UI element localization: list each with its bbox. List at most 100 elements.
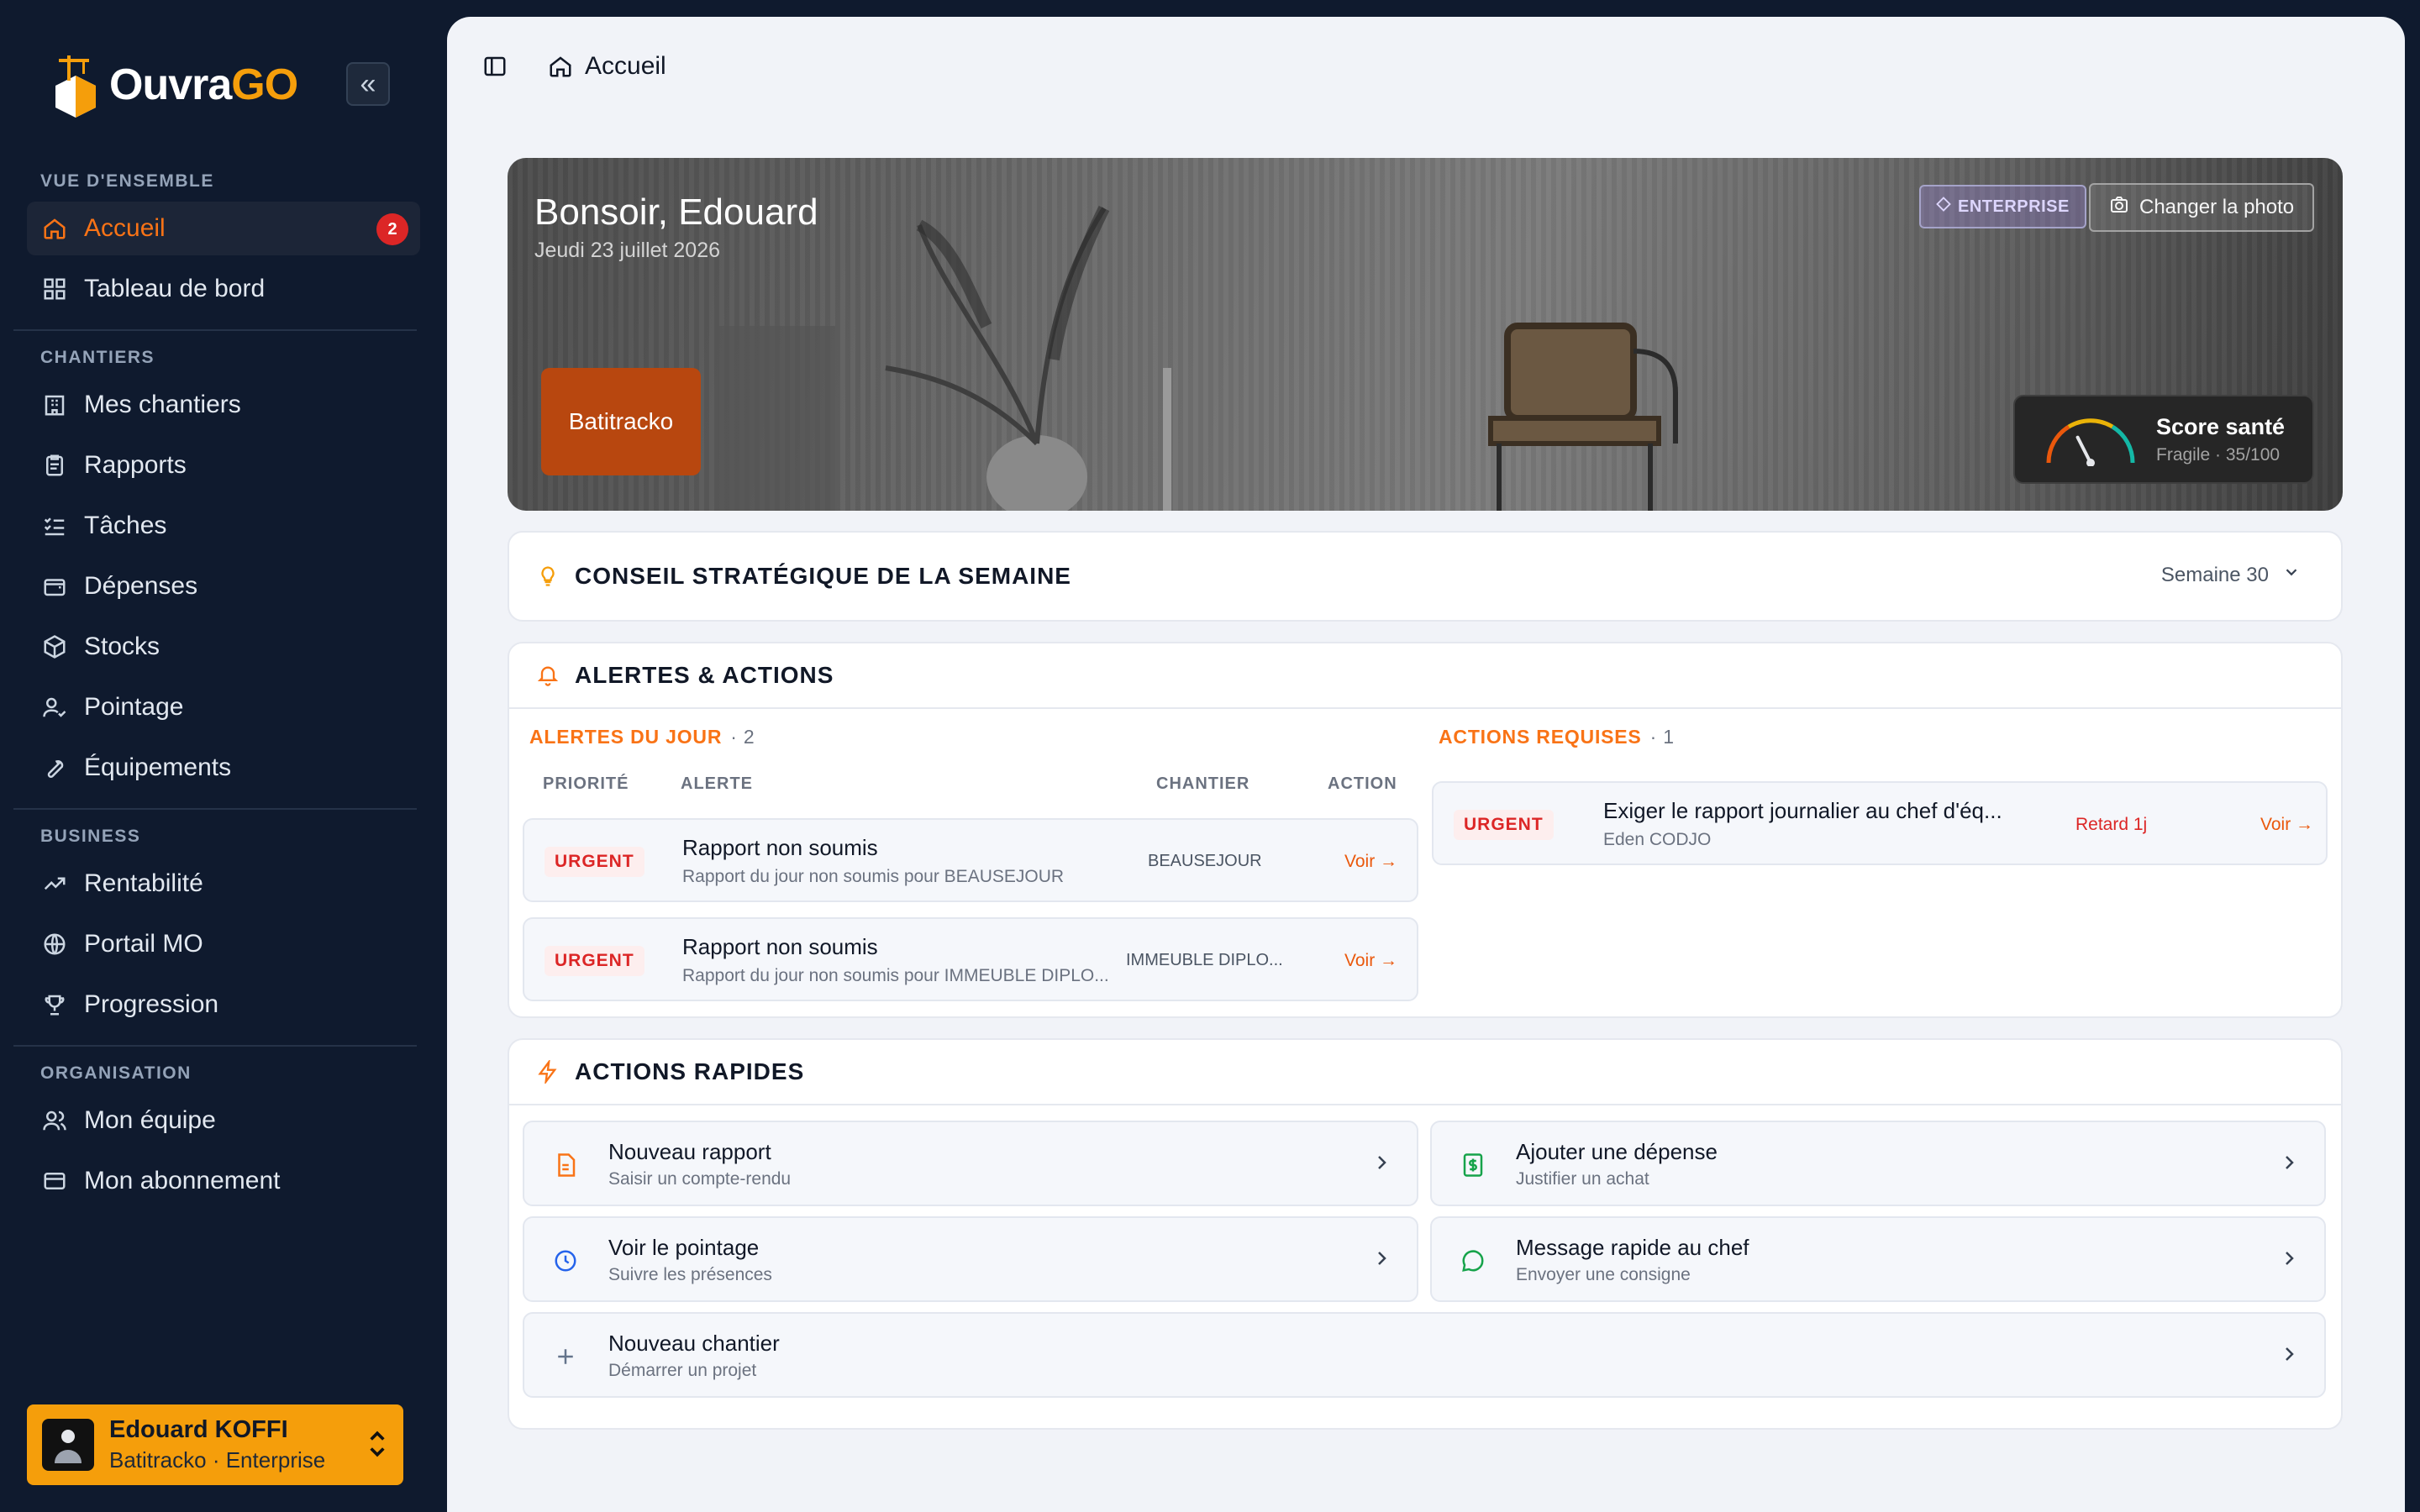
quick-action-title: Nouveau rapport [608, 1139, 771, 1164]
score-subtitle: Fragile · 35/100 [2156, 444, 2281, 465]
sidebar-item-depenses[interactable]: Dépenses [27, 559, 420, 613]
sidebar-item-tableau-de-bord[interactable]: Tableau de bord [27, 262, 420, 316]
weekly-advice-card[interactable]: CONSEIL STRATÉGIQUE DE LA SEMAINE Semain… [508, 531, 2343, 622]
alert-subtitle: Rapport du jour non soumis pour BEAUSEJO… [682, 867, 1065, 886]
sidebar-item-label: Stocks [84, 633, 160, 660]
nav-section-title: ORGANISATION [40, 1063, 192, 1083]
chevron-right-icon [2279, 1342, 2299, 1372]
sidebar-item-label: Rapports [84, 451, 187, 479]
sidebar-item-label: Portail MO [84, 930, 203, 958]
view-link[interactable]: Voir → [1344, 951, 1397, 971]
credit-card-icon [40, 1167, 69, 1195]
money-icon [1459, 1151, 1487, 1179]
card-title: CONSEIL STRATÉGIQUE DE LA SEMAINE [575, 563, 1071, 589]
sidebar-item-label: Rentabilité [84, 869, 203, 897]
lightning-icon [534, 1058, 561, 1085]
sidebar-item-portail-mo[interactable]: Portail MO [27, 917, 420, 971]
logo-text: OuvraGO [109, 60, 298, 109]
quick-action-new-report[interactable]: Nouveau rapport Saisir un compte-rendu [523, 1121, 1418, 1206]
sidebar-item-mes-chantiers[interactable]: Mes chantiers [27, 378, 420, 432]
sidebar-item-label: Mon équipe [84, 1106, 216, 1134]
quick-action-title: Message rapide au chef [1516, 1235, 1749, 1260]
sidebar-item-stocks[interactable]: Stocks [27, 620, 420, 674]
nav-section-title: CHANTIERS [40, 348, 155, 367]
collapse-sidebar-button[interactable]: « [346, 62, 390, 106]
notification-badge: 2 [376, 213, 408, 245]
document-icon [551, 1151, 580, 1179]
alert-row[interactable]: URGENT Rapport non soumis Rapport du jou… [523, 818, 1418, 902]
checklist-icon [40, 512, 69, 540]
quick-action-message-chef[interactable]: Message rapide au chef Envoyer une consi… [1430, 1216, 2326, 1302]
greeting: Bonsoir, Edouard [534, 192, 818, 233]
user-switcher[interactable]: Edouard KOFFI Batitracko · Enterprise [27, 1404, 403, 1485]
score-title: Score santé [2156, 413, 2286, 439]
change-photo-label: Changer la photo [2139, 196, 2295, 218]
card-header: CONSEIL STRATÉGIQUE DE LA SEMAINE [509, 533, 2341, 620]
chevron-right-icon [1371, 1151, 1392, 1180]
alert-chantier: BEAUSEJOUR [1148, 852, 1262, 870]
nav-divider [13, 1045, 417, 1047]
chevron-down-icon [2282, 563, 2301, 587]
required-actions-heading: ACTIONS REQUISES · 1 [1439, 726, 1675, 748]
sidebar-item-accueil[interactable]: Accueil 2 [27, 202, 420, 255]
topbar: Accueil [481, 52, 666, 81]
sidebar-item-rentabilite[interactable]: Rentabilité [27, 857, 420, 911]
company-logo[interactable]: Batitracko [541, 368, 701, 475]
home-icon [40, 214, 69, 243]
sidebar-item-equipements[interactable]: Équipements [27, 741, 420, 795]
sidebar-item-pointage[interactable]: Pointage [27, 680, 420, 734]
quick-action-subtitle: Envoyer une consigne [1516, 1265, 1691, 1284]
quick-action-subtitle: Saisir un compte-rendu [608, 1169, 792, 1189]
chevron-right-icon [1371, 1247, 1392, 1276]
person-icon [55, 1430, 82, 1463]
sidebar-item-label: Dépenses [84, 572, 198, 600]
col-priorite: PRIORITÉ [543, 774, 629, 793]
clock-icon [551, 1247, 580, 1275]
plan-badge-label: ENTERPRISE [1958, 197, 2070, 216]
sidebar-item-label: Tableau de bord [84, 275, 266, 302]
trending-up-icon [40, 869, 69, 898]
sidebar-item-label: Tâches [84, 512, 167, 539]
priority-badge: URGENT [544, 946, 644, 976]
week-selector[interactable]: Semaine 30 [2161, 563, 2301, 587]
breadcrumb[interactable]: Accueil [585, 52, 666, 81]
nav-section-overview: VUE D'ENSEMBLE Accueil 2 Tableau de bord [0, 171, 447, 323]
change-photo-button[interactable]: Changer la photo [2089, 183, 2315, 232]
gauge-icon [2046, 418, 2135, 466]
quick-action-title: Nouveau chantier [608, 1331, 780, 1356]
quick-actions-card: ACTIONS RAPIDES Nouveau rapport Saisir u… [508, 1038, 2343, 1430]
home-icon [546, 52, 575, 81]
sidebar-item-mon-equipe[interactable]: Mon équipe [27, 1094, 420, 1147]
sidebar-item-progression[interactable]: Progression [27, 978, 420, 1032]
col-action: ACTION [1328, 774, 1397, 793]
sidebar-item-label: Mon abonnement [84, 1167, 281, 1194]
sidebar-item-rapports[interactable]: Rapports [27, 438, 420, 492]
priority-badge: URGENT [1454, 810, 1554, 840]
delay-label: Retard 1j [2075, 815, 2148, 834]
user-subtitle: Batitracko · Enterprise [109, 1447, 326, 1473]
sidebar-item-mon-abonnement[interactable]: Mon abonnement [27, 1154, 420, 1208]
sidebar-item-label: Pointage [84, 693, 184, 721]
sidebar-toggle-icon[interactable] [481, 52, 509, 81]
quick-action-add-expense[interactable]: Ajouter une dépense Justifier un achat [1430, 1121, 2326, 1206]
sidebar: OuvraGO « VUE D'ENSEMBLE Accueil 2 Table… [0, 0, 447, 1512]
wrench-icon [40, 753, 69, 782]
health-score-card[interactable]: Score santé Fragile · 35/100 [2013, 395, 2314, 484]
alert-subtitle: Rapport du jour non soumis pour IMMEUBLE… [682, 966, 1109, 985]
action-row[interactable]: URGENT Exiger le rapport journalier au c… [1432, 781, 2328, 865]
chevron-right-icon [2279, 1151, 2299, 1180]
nav-section-business: BUSINESS Rentabilité Portail MO Progress… [0, 827, 447, 1038]
brand-logo[interactable]: OuvraGO [50, 52, 298, 118]
plant-illustration [718, 205, 1171, 511]
logo-icon [55, 55, 96, 118]
quick-action-view-attendance[interactable]: Voir le pointage Suivre les présences [523, 1216, 1418, 1302]
diamond-icon [1936, 197, 1951, 217]
score-text: Score santé Fragile · 35/100 [2156, 414, 2285, 465]
main-content: Accueil Bonsoir, Edouard Jeudi 23 juille… [447, 17, 2405, 1512]
quick-action-title: Voir le pointage [608, 1235, 760, 1260]
quick-action-new-chantier[interactable]: Nouveau chantier Démarrer un projet [523, 1312, 2326, 1398]
view-link[interactable]: Voir → [2260, 815, 2313, 835]
view-link[interactable]: Voir → [1344, 852, 1397, 872]
sidebar-item-taches[interactable]: Tâches [27, 499, 420, 553]
alert-row[interactable]: URGENT Rapport non soumis Rapport du jou… [523, 917, 1418, 1001]
